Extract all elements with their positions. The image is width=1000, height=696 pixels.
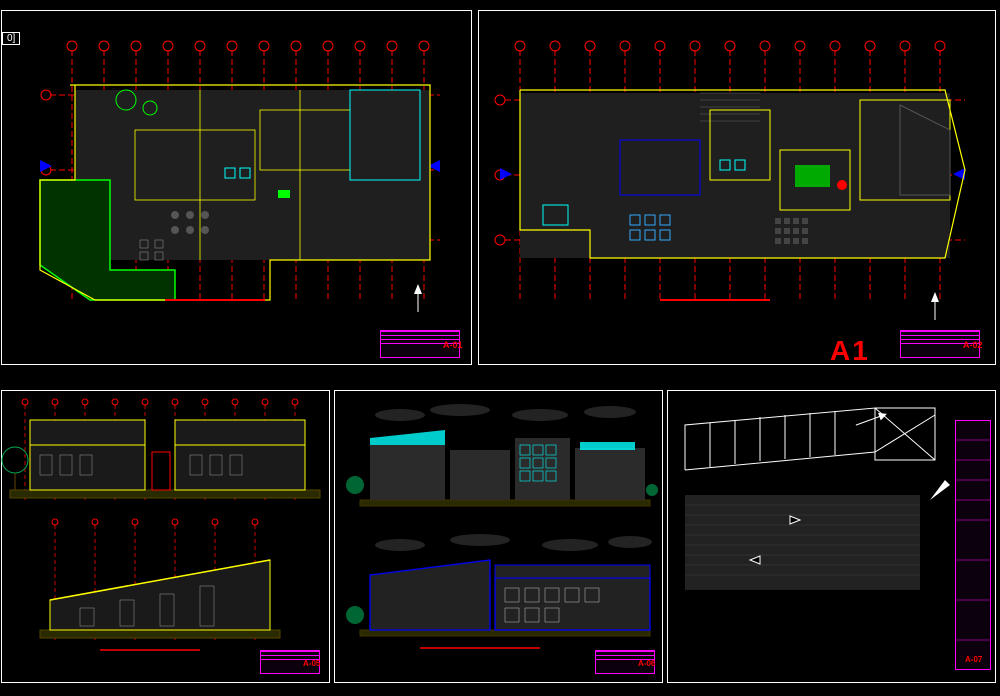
north-arrow-icon xyxy=(414,284,422,312)
floor-plan-2 xyxy=(495,41,965,320)
floor-plan-1 xyxy=(40,41,440,312)
roof-detail-sheet xyxy=(685,408,991,640)
sections-sheet xyxy=(2,399,320,650)
north-arrow-icon xyxy=(931,292,939,320)
north-arrow-icon xyxy=(855,410,889,429)
cad-canvas[interactable] xyxy=(0,0,1000,696)
elevations-sheet xyxy=(346,404,658,648)
